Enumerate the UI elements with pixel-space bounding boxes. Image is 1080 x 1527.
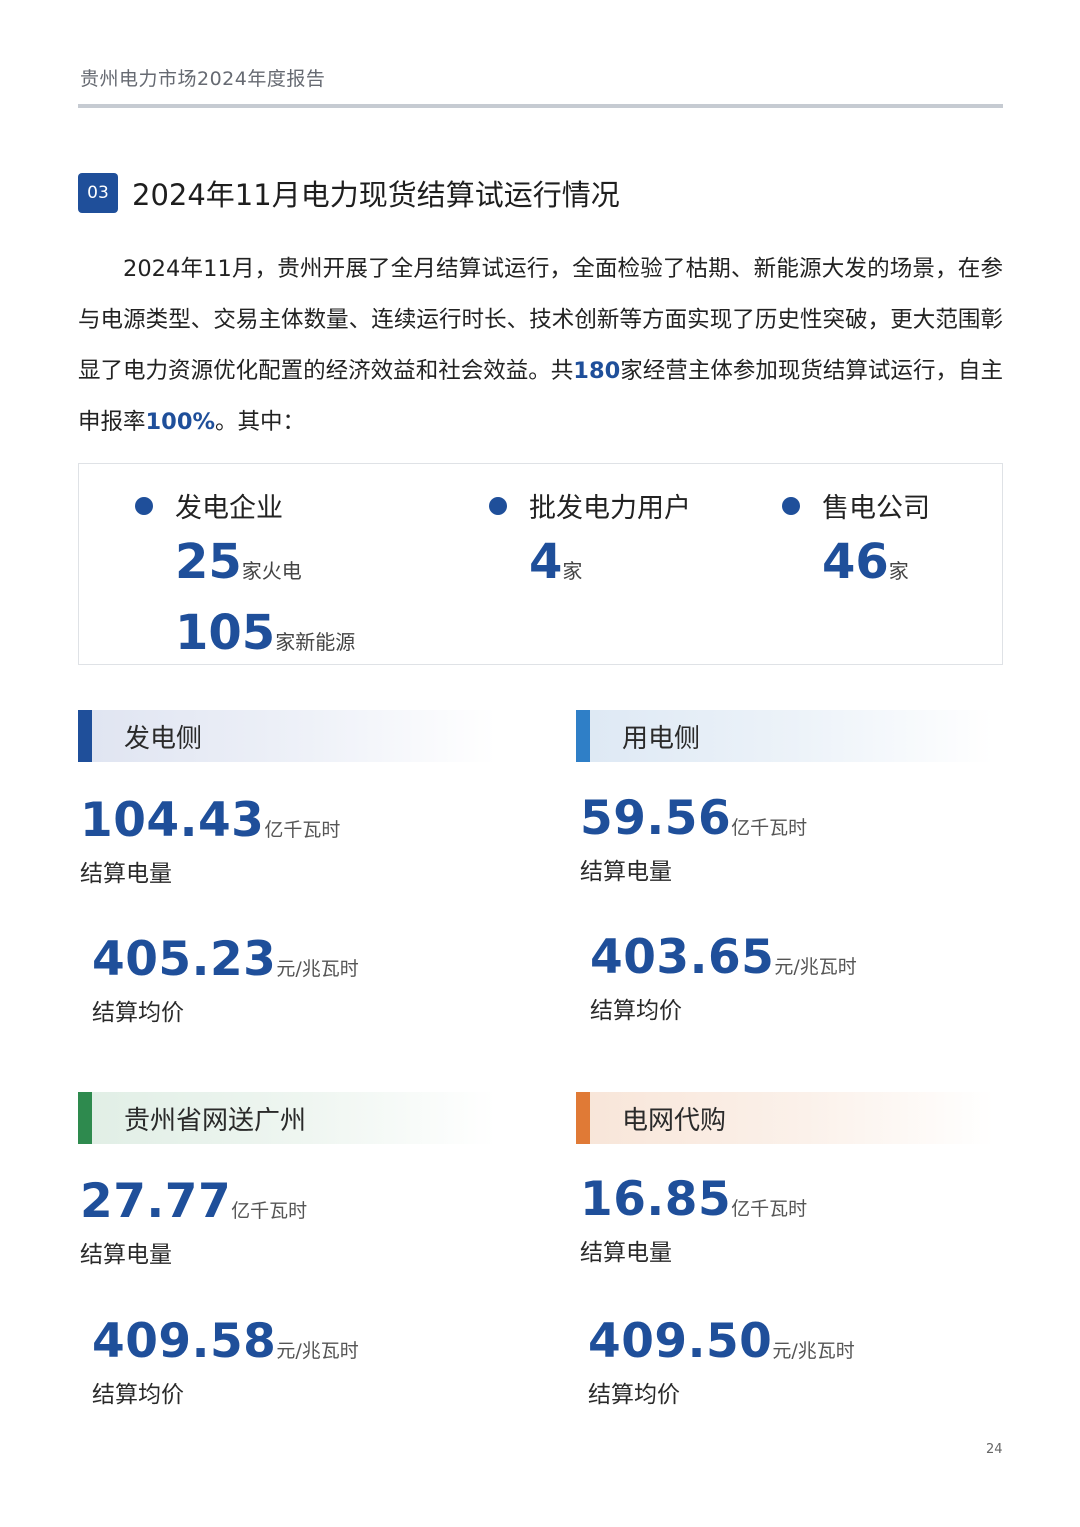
stat-title: 发电企业 — [175, 493, 283, 524]
metric-consumption-price: 403.65元/兆瓦时 结算均价 — [590, 931, 857, 1025]
metric-value: 104.43 — [80, 793, 265, 848]
metric-label: 结算均价 — [92, 1382, 184, 1408]
metric-value: 409.58 — [92, 1314, 277, 1369]
category-bar-consumption-side: 用电侧 — [576, 710, 994, 762]
stat-renewable-unit: 家新能源 — [275, 630, 356, 654]
stat-retail-companies: 售电公司 46家 — [782, 486, 930, 602]
metric-unit: 元/兆瓦时 — [276, 1340, 359, 1362]
category-title: 用电侧 — [622, 723, 701, 754]
section-heading: 03 2024年11月电力现货结算试运行情况 — [78, 172, 620, 214]
header-divider — [78, 104, 1003, 108]
metric-value: 27.77 — [80, 1174, 232, 1229]
metric-unit: 元/兆瓦时 — [774, 956, 857, 978]
intro-text-c: 。其中： — [215, 409, 306, 435]
category-bar-grid-agency-purchase: 电网代购 — [576, 1092, 994, 1144]
metric-value: 409.50 — [588, 1314, 773, 1369]
intro-highlight-count: 180 — [573, 358, 621, 384]
category-bar-generation-side: 发电侧 — [78, 710, 496, 762]
stat-wholesale-count: 4 — [529, 534, 563, 590]
category-accent — [576, 710, 590, 762]
stat-renewable-count: 105 — [175, 605, 276, 661]
category-title: 发电侧 — [124, 723, 203, 754]
stat-thermal-unit: 家火电 — [241, 559, 302, 583]
participant-stats-box: 发电企业 25家火电 105家新能源 批发电力用户 4家 售电公司 46家 — [78, 463, 1003, 665]
stat-wholesale-users: 批发电力用户 4家 — [489, 486, 691, 602]
metric-unit: 亿千瓦时 — [231, 1200, 308, 1222]
page-number: 24 — [986, 1442, 1003, 1457]
metric-value: 405.23 — [92, 932, 277, 987]
metric-label: 结算电量 — [580, 859, 672, 885]
metric-label: 结算电量 — [80, 1242, 172, 1268]
metric-generation-energy: 104.43亿千瓦时 结算电量 — [80, 794, 340, 888]
category-accent — [78, 710, 92, 762]
category-title: 贵州省网送广州 — [124, 1105, 307, 1136]
metric-guangzhou-price: 409.58元/兆瓦时 结算均价 — [92, 1315, 359, 1409]
category-title: 电网代购 — [622, 1105, 727, 1136]
bullet-dot-icon — [489, 496, 507, 515]
metric-label: 结算均价 — [590, 998, 682, 1024]
metric-value: 16.85 — [580, 1172, 732, 1227]
metric-consumption-energy: 59.56亿千瓦时 结算电量 — [580, 792, 807, 886]
bullet-dot-icon — [782, 496, 800, 515]
category-bar-guizhou-to-guangzhou: 贵州省网送广州 — [78, 1092, 496, 1144]
bullet-dot-icon — [135, 496, 153, 515]
category-accent — [576, 1092, 590, 1144]
category-accent — [78, 1092, 92, 1144]
intro-highlight-rate: 100% — [145, 409, 216, 435]
stat-generation-companies: 发电企业 25家火电 105家新能源 — [135, 486, 355, 673]
metric-value: 403.65 — [590, 930, 775, 985]
metric-unit: 元/兆瓦时 — [772, 1340, 855, 1362]
stat-retail-unit: 家 — [888, 559, 909, 583]
stat-retail-count: 46 — [822, 534, 889, 590]
section-number-badge: 03 — [78, 173, 118, 213]
stat-title: 批发电力用户 — [529, 493, 691, 524]
metric-generation-price: 405.23元/兆瓦时 结算均价 — [92, 933, 359, 1027]
intro-paragraph: 2024年11月，贵州开展了全月结算试运行，全面检验了枯期、新能源大发的场景，在… — [78, 244, 1003, 448]
metric-label: 结算均价 — [92, 1000, 184, 1026]
section-title: 2024年11月电力现货结算试运行情况 — [132, 178, 620, 212]
metric-unit: 亿千瓦时 — [731, 817, 808, 839]
header-title: 贵州电力市场2024年度报告 — [80, 68, 326, 90]
metric-unit: 亿千瓦时 — [264, 819, 341, 841]
stat-title: 售电公司 — [822, 493, 930, 524]
metric-label: 结算电量 — [580, 1240, 672, 1266]
metric-value: 59.56 — [580, 791, 732, 846]
metric-guangzhou-energy: 27.77亿千瓦时 结算电量 — [80, 1175, 307, 1269]
metric-label: 结算电量 — [80, 861, 172, 887]
metric-label: 结算均价 — [588, 1382, 680, 1408]
metric-grid-purchase-price: 409.50元/兆瓦时 结算均价 — [588, 1315, 855, 1409]
metric-unit: 亿千瓦时 — [731, 1198, 808, 1220]
stat-thermal-count: 25 — [175, 534, 242, 590]
metric-grid-purchase-energy: 16.85亿千瓦时 结算电量 — [580, 1173, 807, 1267]
stat-wholesale-unit: 家 — [562, 559, 583, 583]
metric-unit: 元/兆瓦时 — [276, 958, 359, 980]
